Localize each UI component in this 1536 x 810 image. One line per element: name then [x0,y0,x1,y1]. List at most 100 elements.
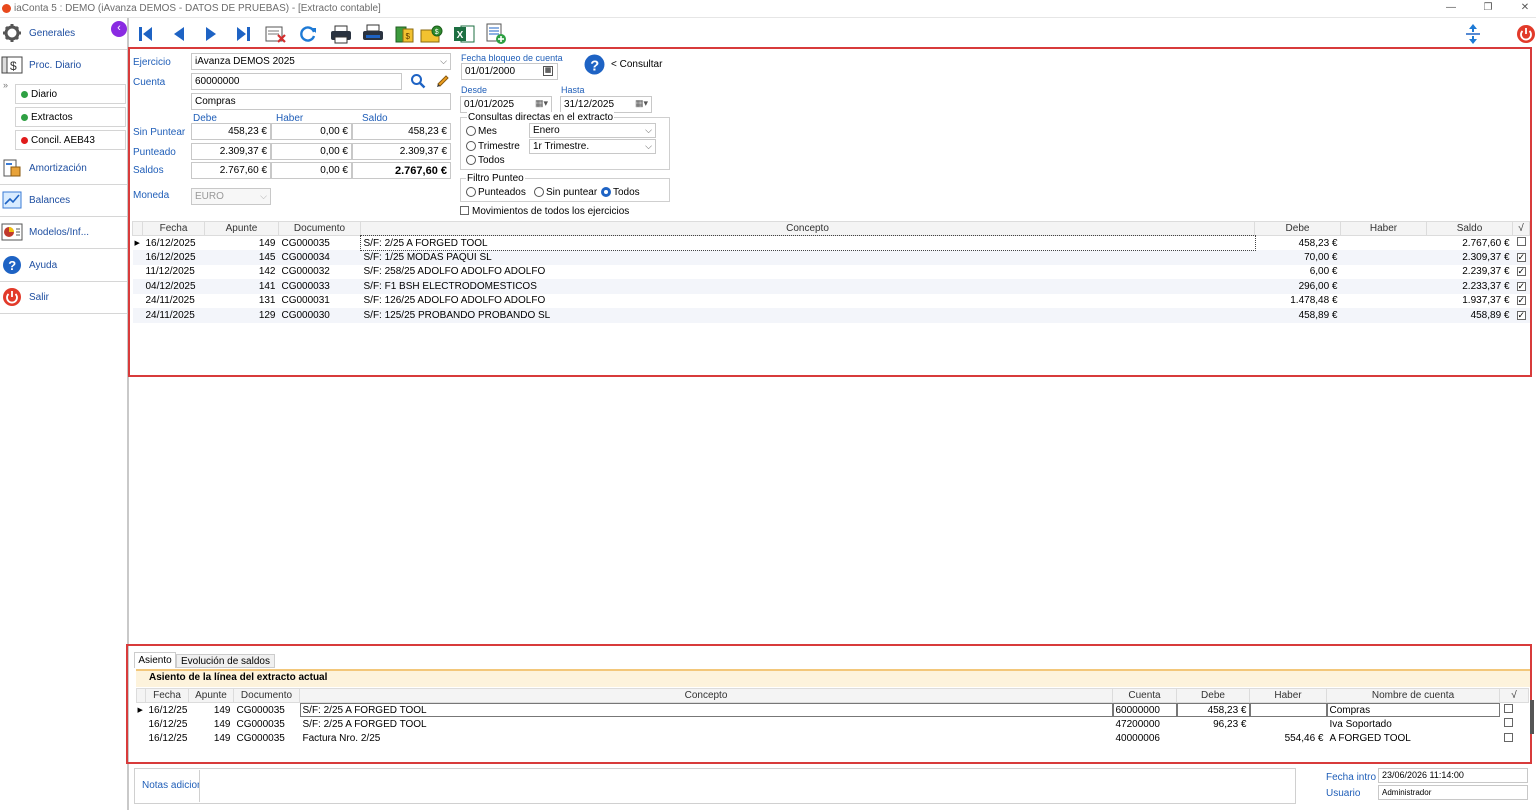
col-header-haber[interactable]: Haber [1340,221,1427,236]
next-record-button[interactable] [199,22,223,46]
table-row[interactable]: 16/12/2025 145 CG000034 S/F: 1/25 MODAS PAQ… [132,250,1530,265]
desde-date-input[interactable]: 01/01/2025 ▦▾ [460,96,552,113]
col-header-documento[interactable]: Documento [233,688,300,703]
svg-text:$: $ [406,32,411,41]
ejercicio-select[interactable]: iAvanza DEMOS 2025 ⌵ [191,53,451,70]
print-button[interactable] [329,22,353,46]
cuenta-input[interactable]: 60000000 [191,73,402,90]
col-header-debe[interactable]: Debe [1254,221,1341,236]
sidebar-item-amortizacion[interactable]: Amortización [0,153,127,183]
cell-documento: CG000034 [278,250,361,265]
col-header-fecha[interactable]: Fecha [142,221,205,236]
report-add-button[interactable] [484,22,508,46]
col-header-fecha[interactable]: Fecha [145,688,189,703]
sin-puntear-saldo: 458,23 € [352,123,451,140]
search-account-button[interactable] [410,73,426,89]
close-window-button[interactable]: ✕ [1518,2,1532,14]
table-row[interactable]: 24/11/2025 129 CG000030 S/F: 125/25 PROBAND… [132,308,1530,323]
col-header-concepto[interactable]: Concepto [360,221,1255,236]
sidebar-subitem-extractos[interactable]: Extractos [15,107,126,127]
filtro-punteados-radio[interactable]: Punteados [466,187,526,198]
row-checkbox[interactable] [1500,703,1529,718]
filtro-todos-radio[interactable]: Todos [601,187,640,198]
expand-submenu-icon[interactable]: » [3,80,8,90]
excel-export-button[interactable]: X [452,22,476,46]
table-row[interactable]: 16/12/25 149 CG000035 Factura Nro. 2/25 4000… [137,732,1529,747]
punteo-checkbox[interactable]: ✓ [1512,308,1530,323]
mes-select[interactable]: Enero ⌵ [529,123,656,138]
cell-apunte: 149 [213,704,231,716]
row-checkbox[interactable] [1500,717,1529,732]
print-preview-button[interactable] [361,22,385,46]
edit-account-button[interactable] [435,73,451,89]
col-header-nombre-cuenta[interactable]: Nombre de cuenta [1326,688,1500,703]
row-indicator [133,294,143,309]
bloqueo-date-input[interactable]: 01/01/2000 ▦ [461,63,558,80]
movimientos-checkbox[interactable]: Movimientos de todos los ejercicios [460,206,629,217]
mes-radio[interactable]: Mes [466,126,497,137]
restore-button[interactable]: ❐ [1481,2,1495,14]
prev-record-button[interactable] [167,22,191,46]
col-header-concepto[interactable]: Concepto [299,688,1113,703]
table-row[interactable]: 11/12/2025 142 CG000032 S/F: 258/25 ADOLFO … [133,265,1530,280]
table-row[interactable]: 24/11/2025 131 CG000031 S/F: 126/25 ADOLFO … [133,294,1530,309]
table-row[interactable]: ▶ 16/12/2025 149 CG000035 S/F: 2/25 A FORGED… [133,234,1530,251]
col-header-apunte[interactable]: Apunte [204,221,279,236]
sidebar-item-balances[interactable]: Balances [0,185,127,215]
col-header-cuenta[interactable]: Cuenta [1112,688,1177,703]
cell-concepto: S/F: F1 BSH ELECTRODOMESTICOS [360,279,1255,294]
extract-header-row: Fecha Apunte Documento Concepto Debe Hab… [132,221,1530,236]
tab-evolucion-saldos[interactable]: Evolución de saldos [176,654,275,668]
trimestre-radio[interactable]: Trimestre [466,141,520,152]
notas-textarea[interactable] [199,770,1294,802]
delete-doc-button[interactable] [264,22,288,46]
split-view-button[interactable] [1461,22,1485,46]
col-header-debe[interactable]: Debe [1176,688,1250,703]
ejercicio-label: Ejercicio [133,57,171,68]
col-header-saldo[interactable]: Saldo [1426,221,1513,236]
exit-button[interactable] [1514,22,1536,46]
filtro-sin-puntear-radio[interactable]: Sin puntear [534,187,597,198]
tab-asiento[interactable]: Asiento [134,652,176,668]
sidebar-item-ayuda[interactable]: ? Ayuda [0,250,127,280]
row-checkbox[interactable] [1500,732,1529,747]
first-record-button[interactable] [134,22,158,46]
cell-concepto: S/F: 2/25 A FORGED TOOL [300,703,1113,718]
minimize-button[interactable]: — [1444,2,1458,14]
calendar-dropdown-icon[interactable]: ▦▾ [635,98,648,109]
table-row[interactable]: 04/12/2025 141 CG000033 S/F: F1 BSH ELECTRO… [132,279,1530,294]
refresh-button[interactable] [296,22,320,46]
collapse-sidebar-button[interactable]: ‹ [111,21,127,37]
table-row[interactable]: ▶ 16/12/25 149 CG000035 S/F: 2/25 A FORGED T… [137,703,1529,718]
col-header-haber[interactable]: Haber [1249,688,1327,703]
sidebar-item-label: Balances [29,194,71,206]
sidebar-item-modelos[interactable]: Modelos/Inf... [0,217,127,247]
table-row[interactable]: 16/12/25 149 CG000035 S/F: 2/25 A FORGED TO… [137,717,1529,732]
sidebar-item-salir[interactable]: Salir [0,282,127,312]
todos-radio[interactable]: Todos [466,155,505,166]
col-header-check: √ [1499,688,1529,703]
sidebar-subitem-concil-aeb43[interactable]: Concil. AEB43 [15,130,126,150]
sidebar-item-proc-diario[interactable]: $ Proc. Diario [0,50,127,80]
consultar-help-button[interactable]: ? [584,54,605,75]
sidebar-item-generales[interactable]: Generales [0,18,127,48]
last-record-button[interactable] [231,22,255,46]
punteo-checkbox[interactable]: ✓ [1512,250,1530,265]
punteo-checkbox[interactable] [1513,236,1530,251]
calendar-icon[interactable]: ▦ [543,66,553,76]
punteo-checkbox[interactable]: ✓ [1513,265,1530,280]
money-folder-button[interactable]: $ [420,22,444,46]
cell-apunte: 141 [204,279,279,294]
calendar-dropdown-icon[interactable]: ▦▾ [535,98,548,109]
moneda-select[interactable]: EURO ⌵ [191,188,271,205]
punteo-checkbox[interactable]: ✓ [1513,294,1530,309]
consultar-link[interactable]: < Consultar [611,59,662,70]
sidebar-subitem-diario[interactable]: Diario [15,84,126,104]
col-header-apunte[interactable]: Apunte [188,688,234,703]
hasta-date-input[interactable]: 31/12/2025 ▦▾ [560,96,652,113]
cash-button[interactable]: $ [393,22,417,46]
trimestre-select[interactable]: 1r Trimestre. ⌵ [529,139,656,154]
asiento-scrollbar[interactable] [1530,700,1534,734]
col-header-documento[interactable]: Documento [278,221,361,236]
punteo-checkbox[interactable]: ✓ [1512,279,1530,294]
